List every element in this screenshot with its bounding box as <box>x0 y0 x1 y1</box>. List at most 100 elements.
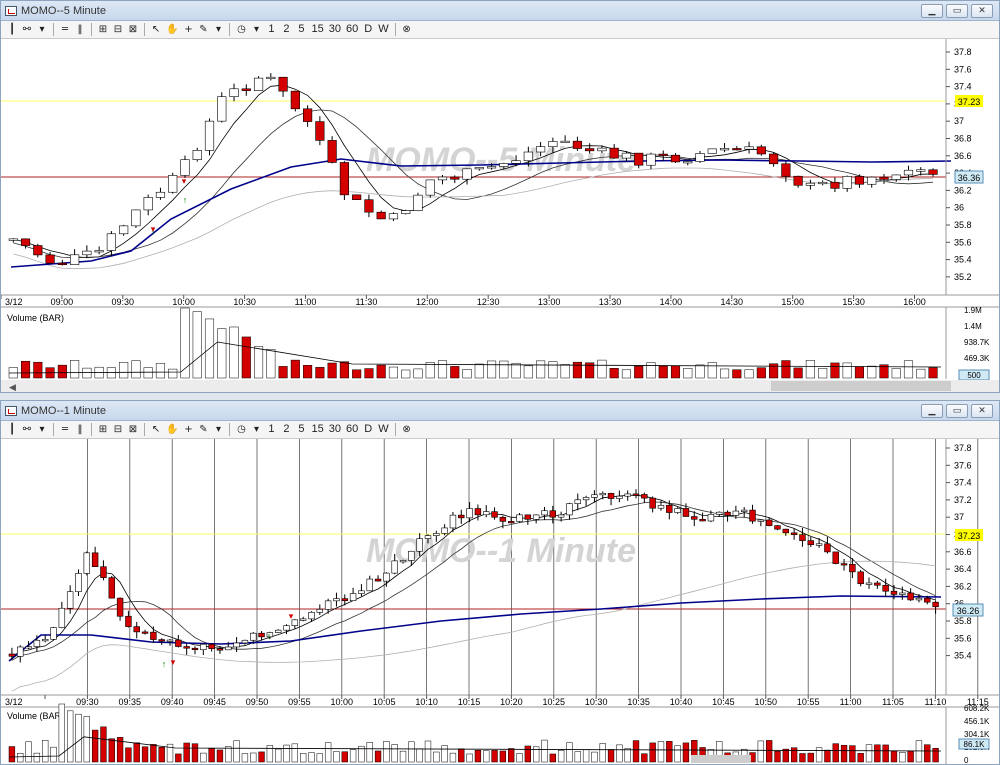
hand-icon[interactable]: ✋ <box>164 422 180 437</box>
crosshair-icon[interactable]: + <box>181 22 195 37</box>
candle-body <box>582 497 590 501</box>
volume-bar <box>474 363 484 379</box>
candle-body <box>155 191 166 198</box>
crosshair-icon[interactable]: + <box>181 422 195 437</box>
volume-bar <box>254 346 264 379</box>
maximize-button[interactable]: ▭ <box>946 3 968 18</box>
candle-body <box>376 211 386 220</box>
volume-bar <box>441 745 448 763</box>
volume-bar <box>854 366 864 379</box>
dropdown-arrow-icon[interactable]: ▾ <box>35 422 49 437</box>
volume-bar <box>183 742 190 763</box>
candle-body <box>383 572 390 582</box>
candle-body <box>560 140 570 143</box>
zoom-in-icon[interactable]: ⊞ <box>96 422 110 437</box>
scrollbar-thumb[interactable] <box>771 381 951 391</box>
interval-2-button[interactable]: 2 <box>279 422 293 437</box>
candle-body <box>793 175 803 186</box>
volume-bar <box>42 740 49 763</box>
candle-body <box>557 514 565 518</box>
scroll-left-arrow-icon[interactable]: ◀ <box>9 382 16 392</box>
fit-icon[interactable]: ⊠ <box>126 422 140 437</box>
close-button[interactable]: ✕ <box>971 403 993 418</box>
hand-icon[interactable]: ✋ <box>164 22 180 37</box>
volume-bar <box>572 361 582 379</box>
volume-bar <box>339 361 349 379</box>
price-tick-label: 36.6 <box>954 547 972 557</box>
interval-week-button[interactable]: W <box>376 422 390 437</box>
interval-week-button[interactable]: W <box>376 22 390 37</box>
interval-15-button[interactable]: 15 <box>309 422 325 437</box>
interval-5-button[interactable]: 5 <box>294 22 308 37</box>
volume-bar <box>225 746 232 763</box>
interval-5-button[interactable]: 5 <box>294 422 308 437</box>
candle-body <box>765 519 773 526</box>
equal-icon[interactable]: ═ <box>58 422 72 437</box>
candle-body <box>774 525 781 530</box>
scrollbar-thumb[interactable] <box>691 755 751 763</box>
time-tick-label: 09:40 <box>161 697 184 707</box>
minimize-button[interactable]: ▁ <box>921 403 943 418</box>
clock-icon[interactable]: ◷ <box>234 22 248 37</box>
pause-icon[interactable]: ‖ <box>73 22 87 37</box>
interval-1-button[interactable]: 1 <box>264 22 278 37</box>
interval-day-button[interactable]: D <box>361 422 375 437</box>
volume-bar <box>781 360 791 379</box>
dropdown-arrow-icon[interactable]: ▾ <box>249 422 263 437</box>
candle-body <box>119 225 129 235</box>
equal-icon[interactable]: ═ <box>58 22 72 37</box>
zoom-out-icon[interactable]: ⊟ <box>111 422 125 437</box>
interval-2-button[interactable]: 2 <box>279 22 293 37</box>
pencil-icon[interactable]: ✎ <box>196 422 210 437</box>
interval-30-button[interactable]: 30 <box>327 422 343 437</box>
candle-body <box>799 534 806 541</box>
volume-bar <box>924 744 931 763</box>
interval-15-button[interactable]: 15 <box>309 22 325 37</box>
dropdown-arrow-icon[interactable]: ▾ <box>211 22 225 37</box>
cancel-icon[interactable]: ⊗ <box>400 22 414 37</box>
volume-bar <box>932 748 939 763</box>
dropdown-arrow-icon[interactable]: ▾ <box>35 22 49 37</box>
title-bar-1-minute[interactable]: MOMO--1 Minute ▁ ▭ ✕ <box>1 401 999 421</box>
interval-1-button[interactable]: 1 <box>264 422 278 437</box>
title-bar-5-minute[interactable]: MOMO--5 Minute ▁ ▭ ✕ <box>1 1 999 21</box>
volume-bar <box>799 753 806 763</box>
candle-body <box>8 238 18 241</box>
fit-icon[interactable]: ⊠ <box>126 22 140 37</box>
zoom-in-icon[interactable]: ⊞ <box>96 22 110 37</box>
candle-body <box>408 550 415 561</box>
volume-bar <box>840 744 848 763</box>
volume-tick-label: 456.1K <box>964 717 990 726</box>
interval-60-button[interactable]: 60 <box>344 422 360 437</box>
candle-body <box>597 147 607 152</box>
dropdown-arrow-icon[interactable]: ▾ <box>211 422 225 437</box>
interval-60-button[interactable]: 60 <box>344 22 360 37</box>
zoom-out-icon[interactable]: ⊟ <box>111 22 125 37</box>
level-price-label: 37.23 <box>958 531 981 541</box>
cancel-icon[interactable]: ⊗ <box>400 422 414 437</box>
line-style-icon[interactable]: ⚯ <box>20 22 34 37</box>
volume-bar <box>649 742 656 763</box>
window-1-minute: MOMO--1 Minute ▁ ▭ ✕ ┃ ⚯ ▾ ═ ‖ ⊞ ⊟ ⊠ ↖ ✋… <box>0 400 1000 765</box>
volume-bar <box>290 359 300 379</box>
volume-bar <box>832 743 839 763</box>
pause-icon[interactable]: ‖ <box>73 422 87 437</box>
pointer-icon[interactable]: ↖ <box>149 22 163 37</box>
candle-body <box>82 250 92 256</box>
pencil-icon[interactable]: ✎ <box>196 22 210 37</box>
volume-bar <box>300 753 307 763</box>
dropdown-arrow-icon[interactable]: ▾ <box>249 22 263 37</box>
price-tick-label: 36.8 <box>954 134 972 144</box>
line-style-icon[interactable]: ⚯ <box>20 422 34 437</box>
clock-icon[interactable]: ◷ <box>234 422 248 437</box>
chart-area-1-minute[interactable]: MOMO--1 Minute ↑ ▾ ▾ ↑ 37.8 37.6 37.4 37.2 37 36… <box>1 439 999 764</box>
chart-area-5-minute[interactable]: MOMO--5 Minute ↑↑▾▾ 37.837.637.437.23736… <box>1 39 999 392</box>
interval-day-button[interactable]: D <box>361 22 375 37</box>
bar-type-icon[interactable]: ┃ <box>5 22 19 37</box>
close-button[interactable]: ✕ <box>971 3 993 18</box>
pointer-icon[interactable]: ↖ <box>149 422 163 437</box>
bar-type-icon[interactable]: ┃ <box>5 422 19 437</box>
maximize-button[interactable]: ▭ <box>946 403 968 418</box>
minimize-button[interactable]: ▁ <box>921 3 943 18</box>
interval-30-button[interactable]: 30 <box>327 22 343 37</box>
